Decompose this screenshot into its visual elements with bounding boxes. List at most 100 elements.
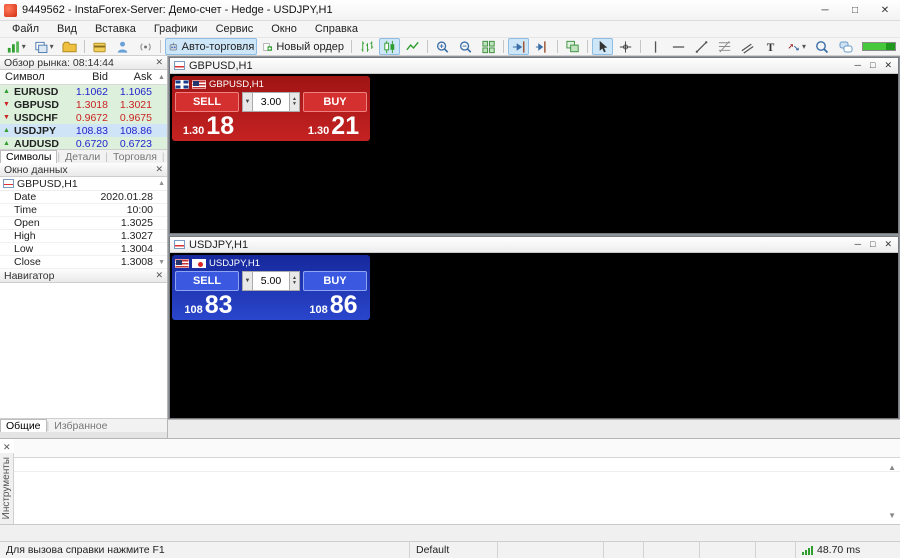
candles-chart-button[interactable] — [379, 38, 400, 55]
line-chart-button[interactable] — [402, 38, 423, 55]
profiles-icon — [34, 39, 49, 55]
shapes-button[interactable]: ▾ — [783, 38, 809, 55]
crosshair-button[interactable] — [615, 38, 636, 55]
chart-tab-bar — [168, 419, 900, 438]
data-window-row: Time10:00 — [0, 204, 167, 217]
status-cell — [756, 542, 796, 558]
trend-line-button[interactable] — [691, 38, 712, 55]
zoom-in-button[interactable] — [432, 38, 453, 55]
chart-shift-button[interactable] — [531, 38, 552, 55]
connection-latency[interactable]: 48.70 ms — [796, 542, 900, 558]
bid-value: 0.6720 — [68, 138, 112, 150]
toolbar-right-group — [810, 38, 896, 55]
auto-scroll-button[interactable] — [508, 38, 529, 55]
chart-icon — [174, 61, 185, 70]
signals-service-button[interactable] — [135, 38, 156, 55]
menu-item-вид[interactable]: Вид — [48, 21, 86, 37]
close-icon[interactable]: ✕ — [155, 57, 163, 68]
close-icon[interactable]: ✕ — [3, 442, 11, 453]
new-chart-button[interactable]: ▾ — [3, 38, 29, 55]
new-chart-icon — [6, 39, 21, 55]
new-order-button[interactable]: Новый ордер — [259, 38, 347, 55]
toolbar-separator — [84, 40, 85, 53]
volume-dropdown-icon[interactable]: ▼ — [242, 271, 253, 291]
scroll-down-icon[interactable]: ▼ — [888, 511, 896, 520]
navigator-tab-1[interactable]: Избранное — [49, 420, 112, 432]
volume-dropdown-icon[interactable]: ▼ — [242, 92, 253, 112]
horizontal-line-icon — [671, 39, 686, 55]
community-chat-button[interactable] — [835, 38, 857, 55]
market-watch-tab-1[interactable]: Детали — [60, 151, 105, 163]
cursor-button[interactable] — [592, 38, 613, 55]
menu-item-вставка[interactable]: Вставка — [86, 21, 145, 37]
close-icon[interactable]: ✕ — [884, 60, 892, 71]
market-watch-tab-0[interactable]: Символы — [0, 150, 57, 163]
field-value: 2020.01.28 — [100, 191, 167, 203]
scroll-up-icon[interactable]: ▲ — [158, 180, 165, 187]
payments-button[interactable] — [89, 38, 110, 55]
vertical-line-button[interactable] — [645, 38, 666, 55]
equidistant-channel-button[interactable] — [737, 38, 758, 55]
market-watch-row[interactable]: ▲USDJPY108.83108.86 — [0, 124, 167, 137]
auto-trading-button[interactable]: Авто-торговля — [165, 38, 257, 55]
toolbar-separator — [640, 40, 641, 53]
close-icon[interactable]: ✕ — [155, 164, 163, 175]
volume-spin-icon[interactable]: ▲▼ — [289, 92, 300, 112]
scroll-down-icon[interactable]: ▼ — [158, 259, 165, 266]
menu-item-справка[interactable]: Справка — [306, 21, 367, 37]
bid-value: 1.3018 — [68, 99, 112, 111]
minimize-icon[interactable]: ─ — [810, 0, 840, 20]
buy-button[interactable]: BUY — [303, 271, 367, 291]
title-bar[interactable]: 9449562 - InstaForex-Server: Демо-счет -… — [0, 0, 900, 21]
menu-bar: ФайлВидВставкаГрафикиСервисОкноСправка — [0, 21, 900, 38]
market-watch-row[interactable]: ▼USDCHF0.96720.9675 — [0, 111, 167, 124]
zoom-out-button[interactable] — [455, 38, 476, 55]
chart-window-title: USDJPY,H1 — [189, 239, 248, 251]
close-icon[interactable]: ✕ — [155, 270, 163, 281]
maximize-icon[interactable]: □ — [870, 60, 875, 71]
buy-button[interactable]: BUY — [303, 92, 367, 112]
menu-item-окно[interactable]: Окно — [262, 21, 306, 37]
data-window-row: High1.3027 — [0, 230, 167, 243]
maximize-icon[interactable]: □ — [840, 0, 870, 20]
chart-window-gbpusd[interactable]: GBPUSD,H1 ─ □ ✕ GBPUSD,H1 SELL — [169, 57, 899, 234]
tile-windows-button[interactable] — [478, 38, 499, 55]
fibonacci-button[interactable] — [714, 38, 735, 55]
chart-window-usdjpy[interactable]: USDJPY,H1 ─ □ ✕ USDJPY,H1 SELL — [169, 236, 899, 419]
data-window-title: Окно данных — [4, 164, 68, 176]
volume-stepper[interactable]: ▼ 5.00 ▲▼ — [242, 271, 300, 291]
market-watch-button[interactable] — [59, 38, 80, 55]
menu-item-файл[interactable]: Файл — [3, 21, 48, 37]
bars-chart-button[interactable] — [356, 38, 377, 55]
status-profile[interactable]: Default — [410, 542, 498, 558]
market-watch-tab-3[interactable]: Тики — [165, 151, 167, 163]
menu-item-сервис[interactable]: Сервис — [207, 21, 263, 37]
text-button[interactable]: T — [760, 38, 781, 55]
close-icon[interactable]: ✕ — [884, 239, 892, 250]
payments-icon — [92, 39, 107, 55]
minimize-icon[interactable]: ─ — [855, 60, 861, 71]
arrange-windows-button[interactable] — [562, 38, 583, 55]
horizontal-line-button[interactable] — [668, 38, 689, 55]
profiles-button[interactable]: ▾ — [31, 38, 57, 55]
arrow-down-icon: ▼ — [3, 101, 11, 108]
toolbox-vertical-tab[interactable]: Инструменты — [0, 453, 14, 524]
volume-spin-icon[interactable]: ▲▼ — [289, 271, 300, 291]
market-watch-tab-2[interactable]: Торговля — [108, 151, 162, 163]
navigator-tab-0[interactable]: Общие — [0, 419, 47, 432]
maximize-icon[interactable]: □ — [870, 239, 875, 250]
menu-item-графики[interactable]: Графики — [145, 21, 207, 37]
volume-stepper[interactable]: ▼ 3.00 ▲▼ — [242, 92, 300, 112]
one-click-trading-panel: USDJPY,H1 SELL ▼ 5.00 ▲▼ BUY 108 — [172, 255, 370, 320]
market-watch-row[interactable]: ▲EURUSD1.10621.1065 — [0, 85, 167, 98]
close-icon[interactable]: ✕ — [870, 0, 900, 20]
scroll-up-icon[interactable]: ▲ — [888, 463, 896, 472]
sell-button[interactable]: SELL — [175, 92, 239, 112]
search-button[interactable] — [811, 38, 833, 55]
market-watch-row[interactable]: ▼GBPUSD1.30181.3021 — [0, 98, 167, 111]
community-button[interactable] — [112, 38, 133, 55]
minimize-icon[interactable]: ─ — [855, 239, 861, 250]
ask-value: 108.86 — [112, 125, 156, 137]
sell-button[interactable]: SELL — [175, 271, 239, 291]
scroll-up-icon[interactable]: ▲ — [156, 74, 167, 81]
